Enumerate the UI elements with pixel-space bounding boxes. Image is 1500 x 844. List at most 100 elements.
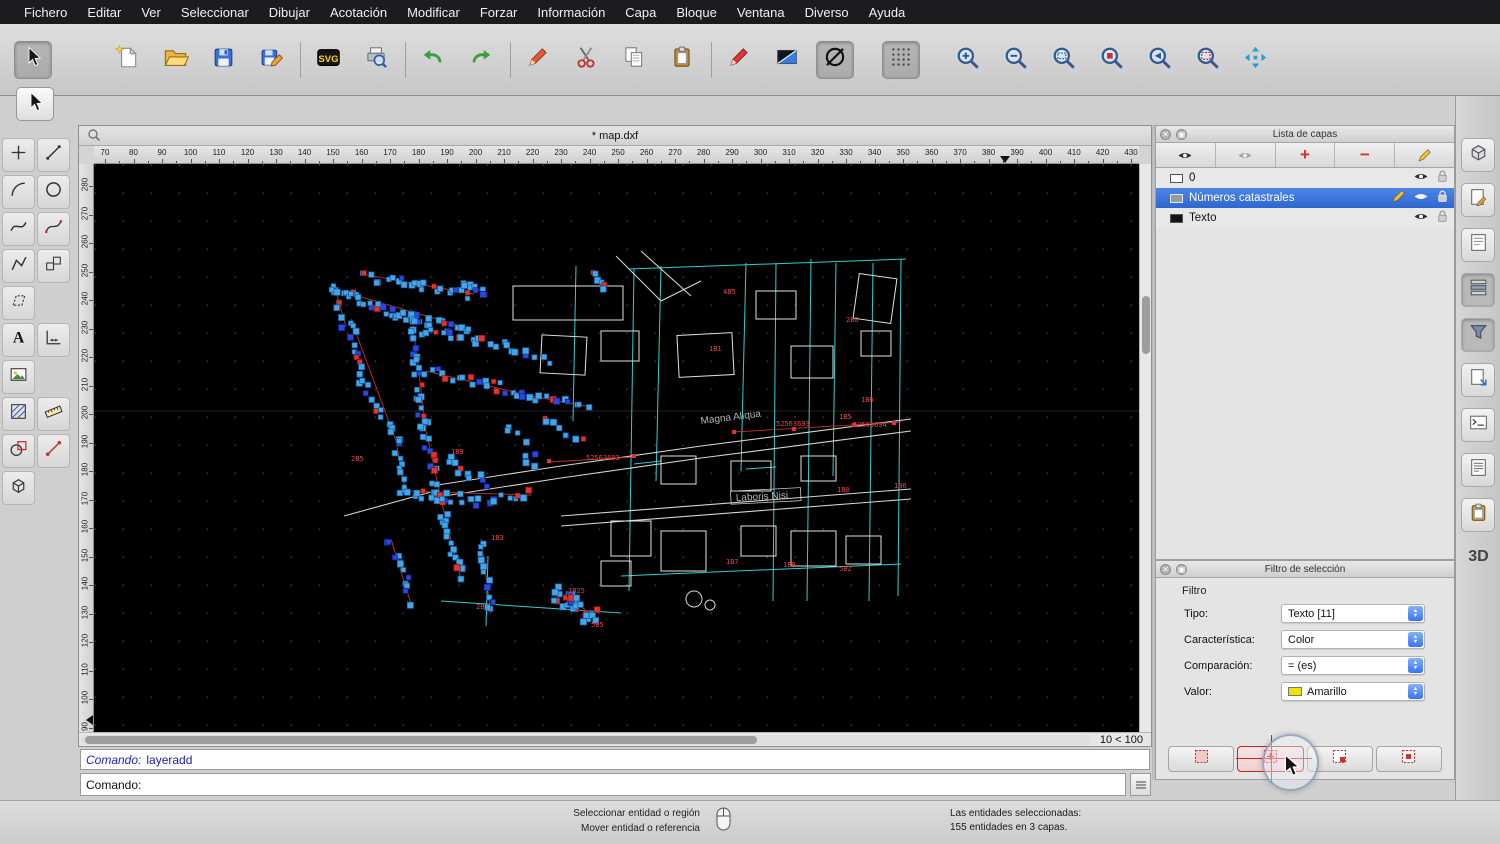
vertical-scrollbar[interactable] — [1139, 164, 1151, 732]
menu-ver[interactable]: Ver — [131, 5, 171, 20]
menu-bloque[interactable]: Bloque — [666, 5, 726, 20]
redo-button[interactable] — [462, 41, 500, 79]
select-region-tool-button[interactable] — [2, 286, 35, 320]
menu-fichero[interactable]: Fichero — [14, 5, 77, 20]
zoom-in-button[interactable] — [948, 41, 986, 79]
circle-square-tool-button[interactable] — [2, 434, 35, 468]
zoom-selection-button[interactable] — [1092, 41, 1130, 79]
menu-seleccionar[interactable]: Seleccionar — [171, 5, 259, 20]
zoom-auto-button[interactable] — [1044, 41, 1082, 79]
filter-select-valor[interactable]: Amarillo ▲ ▼ — [1281, 682, 1425, 701]
selection-tool-button[interactable] — [16, 87, 54, 121]
zoom-out-button[interactable] — [996, 41, 1034, 79]
command-input[interactable]: Comando: — [80, 773, 1126, 796]
menu-modificar[interactable]: Modificar — [397, 5, 470, 20]
show-diameter-button[interactable] — [816, 40, 854, 79]
edit-entity-button[interactable] — [720, 41, 758, 79]
menu-informacion[interactable]: Información — [527, 5, 615, 20]
selection-filter-panel-button[interactable] — [1461, 318, 1495, 352]
line-tool-button[interactable] — [37, 138, 70, 172]
select-by-filter-button[interactable] — [1168, 746, 1235, 772]
close-panel-icon[interactable]: ✕ — [1160, 129, 1171, 140]
grid-toggle-button[interactable] — [882, 40, 920, 79]
copy-button[interactable] — [615, 41, 653, 79]
menu-ventana[interactable]: Ventana — [727, 5, 795, 20]
circle-tool-button[interactable] — [37, 175, 70, 209]
polyline-tool-button[interactable] — [2, 249, 35, 283]
command-history-toggle-button[interactable] — [1130, 773, 1151, 796]
show-all-layers-button[interactable] — [1156, 143, 1216, 167]
new-file-button[interactable] — [108, 41, 146, 79]
layer-lock-icon[interactable] — [1437, 170, 1448, 186]
filter-select-comparacion[interactable]: = (es) ▲ ▼ — [1281, 656, 1425, 675]
undo-button[interactable] — [414, 41, 452, 79]
close-panel-icon[interactable]: ✕ — [1160, 564, 1171, 575]
save-file-as-button[interactable] — [252, 41, 290, 79]
zoom-previous-button[interactable] — [1140, 41, 1178, 79]
view-navigator-panel-button[interactable] — [1461, 363, 1495, 397]
dimension-tool-button[interactable] — [37, 323, 70, 357]
print-preview-button[interactable] — [357, 41, 395, 79]
pan-button[interactable] — [1236, 41, 1274, 79]
zoom-window-button[interactable] — [1188, 41, 1226, 79]
remove-layer-button[interactable]: − — [1335, 143, 1396, 167]
box3d-tool-button[interactable] — [2, 471, 35, 505]
paste-button[interactable] — [663, 41, 701, 79]
hide-all-layers-button[interactable] — [1216, 143, 1276, 167]
arc-tool-button[interactable] — [2, 175, 35, 209]
layer-lock-icon[interactable] — [1437, 190, 1448, 206]
h-ruler-tick — [789, 159, 790, 163]
menu-capa[interactable]: Capa — [615, 5, 666, 20]
red-line-tool-button[interactable] — [37, 434, 70, 468]
layer-visibility-icon[interactable] — [1413, 211, 1429, 225]
menu-diverso[interactable]: Diverso — [795, 5, 859, 20]
clipboard-panel-button[interactable] — [1461, 498, 1495, 532]
layer-row-0[interactable]: 0 — [1156, 168, 1454, 188]
filter-select-caracteristica[interactable]: Color ▲ ▼ — [1281, 630, 1425, 649]
detach-panel-icon[interactable]: ▣ — [1176, 129, 1187, 140]
command-history-panel-button[interactable] — [1461, 408, 1495, 442]
select-cursor-button[interactable] — [14, 40, 52, 79]
menu-ayuda[interactable]: Ayuda — [859, 5, 916, 20]
open-file-button[interactable] — [156, 41, 194, 79]
horizontal-scrollbar-thumb[interactable] — [85, 735, 757, 744]
intersect-selection-button[interactable] — [1375, 746, 1442, 772]
edit-layer-icon[interactable] — [1392, 190, 1405, 206]
property-editor-panel-button[interactable] — [1461, 228, 1495, 262]
drawing-canvas[interactable]: 52563693 52563694 52563693 4B5 2B0 1B1 1B6 2B5 1… — [94, 164, 1141, 734]
layer-visibility-icon[interactable] — [1413, 171, 1429, 185]
add-layer-button[interactable]: + — [1276, 143, 1336, 167]
vertical-scrollbar-thumb[interactable] — [1141, 296, 1150, 354]
spline-tool-button[interactable] — [37, 212, 70, 246]
attribute-editor-panel-button[interactable] — [1461, 183, 1495, 217]
layer-list-panel-button[interactable] — [1461, 273, 1495, 307]
menu-forzar[interactable]: Forzar — [470, 5, 528, 20]
menu-dibujar[interactable]: Dibujar — [259, 5, 320, 20]
text-console-panel-button[interactable] — [1461, 453, 1495, 487]
cut-button[interactable] — [567, 41, 605, 79]
edit-layer-button[interactable] — [1395, 143, 1454, 167]
menu-acotacion[interactable]: Acotación — [320, 5, 397, 20]
shapes-tool-button[interactable] — [37, 249, 70, 283]
layer-row-numeros-catastrales[interactable]: Números catastrales — [1156, 188, 1454, 208]
detach-panel-icon[interactable]: ▣ — [1176, 564, 1187, 575]
freehand-tool-button[interactable] — [2, 212, 35, 246]
circle-tool-icon — [43, 179, 64, 205]
drawing-window-titlebar[interactable]: * map.dxf — [79, 126, 1151, 146]
measure-tool-button[interactable] — [37, 397, 70, 431]
draw-pencil-button[interactable] — [519, 41, 557, 79]
svg-export-button[interactable]: SVG — [309, 41, 347, 79]
cad-block-panel-button[interactable] — [1461, 138, 1495, 172]
layer-lock-icon[interactable] — [1437, 210, 1448, 226]
line-attributes-button[interactable] — [768, 41, 806, 79]
hatch-tool-button[interactable] — [2, 397, 35, 431]
layer-row-texto[interactable]: Texto — [1156, 208, 1454, 228]
image-tool-button[interactable] — [2, 360, 35, 394]
save-file-button[interactable] — [204, 41, 242, 79]
horizontal-scrollbar[interactable] — [81, 734, 1091, 745]
text-tool-button[interactable]: A — [2, 323, 35, 357]
point-tool-button[interactable] — [2, 138, 35, 172]
menu-editar[interactable]: Editar — [77, 5, 131, 20]
layer-visibility-icon[interactable] — [1413, 191, 1429, 205]
filter-select-tipo[interactable]: Texto [11] ▲ ▼ — [1281, 604, 1425, 623]
